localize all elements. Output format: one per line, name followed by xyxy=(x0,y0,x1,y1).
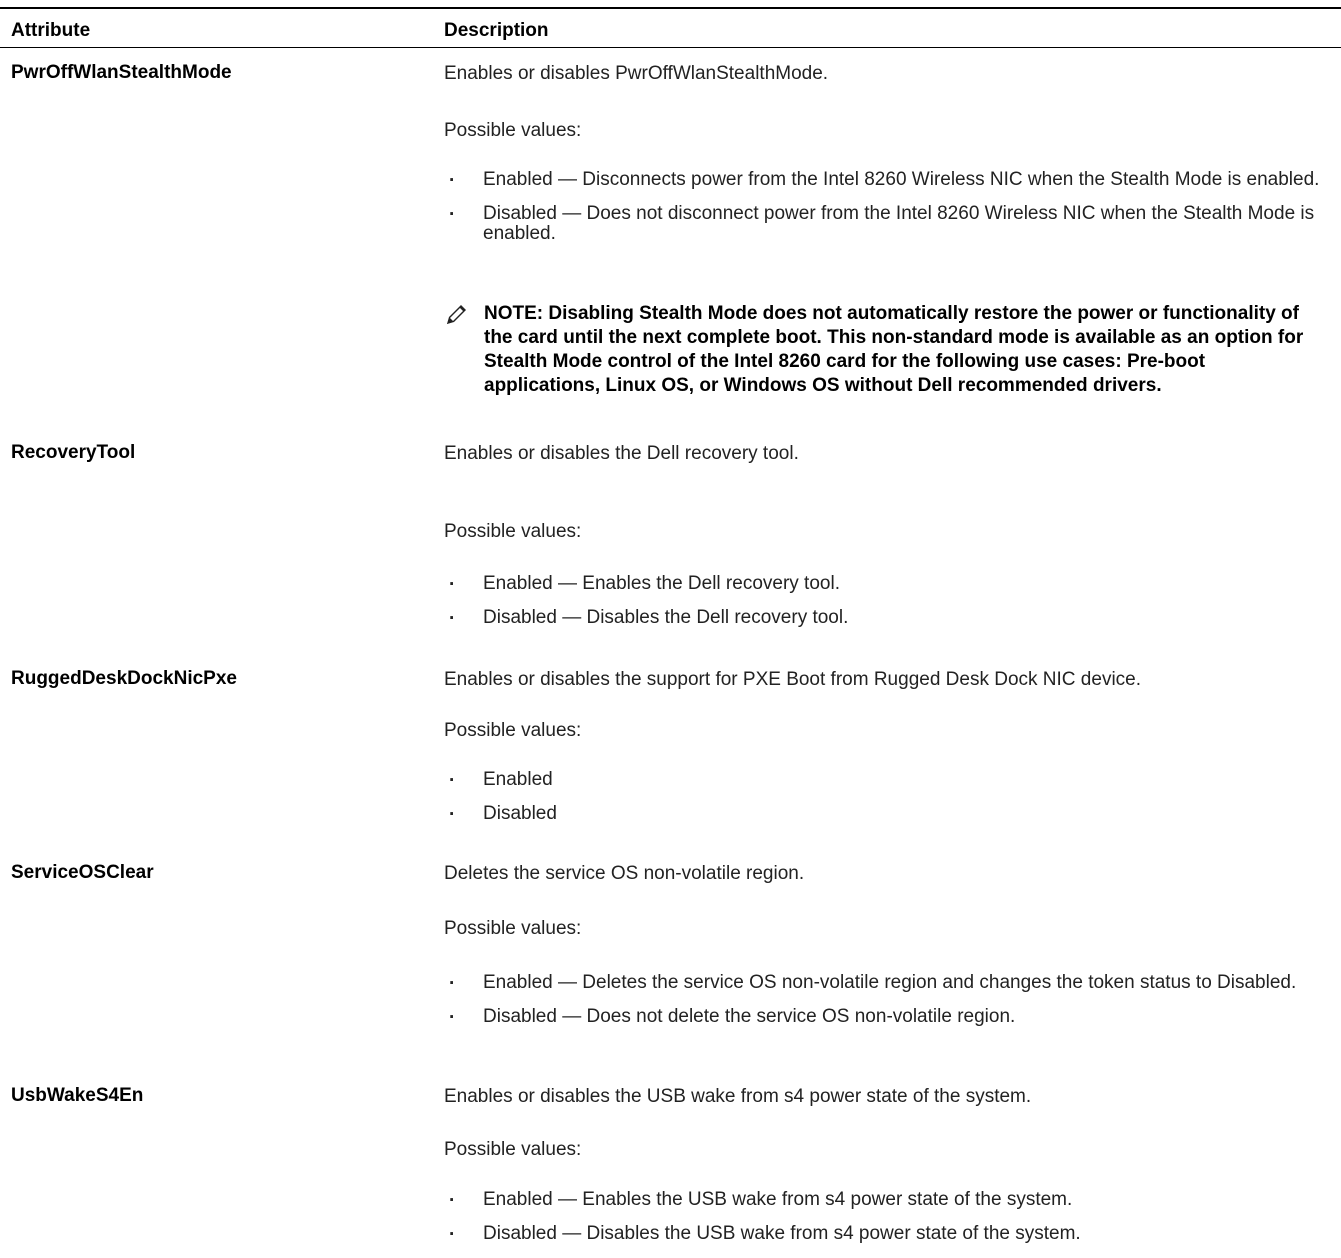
values-list: Enabled — Disconnects power from the Int… xyxy=(444,170,1334,258)
possible-values-label: Possible values: xyxy=(444,1139,582,1160)
possible-values-label: Possible values: xyxy=(444,918,582,939)
attribute-description: Deletes the service OS non-volatile regi… xyxy=(444,863,805,884)
values-list: Enabled — Deletes the service OS non-vol… xyxy=(444,973,1334,1041)
list-item: Disabled — Does not disconnect power fro… xyxy=(444,204,1334,244)
possible-values-label: Possible values: xyxy=(444,521,582,542)
list-item: Enabled — Disconnects power from the Int… xyxy=(444,170,1334,192)
attribute-name: RuggedDeskDockNicPxe xyxy=(11,668,237,689)
note-text: NOTE: Disabling Stealth Mode does not au… xyxy=(484,303,1304,396)
attribute-name: UsbWakeS4En xyxy=(11,1085,144,1106)
pencil-note-icon xyxy=(444,303,468,327)
list-item: Disabled — Does not delete the service O… xyxy=(444,1007,1334,1029)
list-item: Disabled xyxy=(444,804,1334,826)
attribute-description: Enables or disables the support for PXE … xyxy=(444,669,1142,690)
values-list: Enabled Disabled xyxy=(444,770,1334,838)
possible-values-label: Possible values: xyxy=(444,120,582,141)
values-list: Enabled — Enables the USB wake from s4 p… xyxy=(444,1190,1334,1258)
header-attribute: Attribute xyxy=(11,20,91,41)
attribute-name: PwrOffWlanStealthMode xyxy=(11,62,232,83)
attribute-description: Enables or disables PwrOffWlanStealthMod… xyxy=(444,63,829,84)
list-item: Enabled — Enables the Dell recovery tool… xyxy=(444,574,1334,596)
list-item: Disabled — Disables the Dell recovery to… xyxy=(444,608,1334,630)
list-item: Disabled — Disables the USB wake from s4… xyxy=(444,1224,1334,1246)
list-item: Enabled — Deletes the service OS non-vol… xyxy=(444,973,1334,995)
top-rule xyxy=(0,7,1341,9)
attribute-description: Enables or disables the Dell recovery to… xyxy=(444,443,799,464)
header-rule xyxy=(0,47,1341,48)
attribute-description: Enables or disables the USB wake from s4… xyxy=(444,1086,1032,1107)
header-description: Description xyxy=(444,20,549,41)
possible-values-label: Possible values: xyxy=(444,720,582,741)
attribute-name: RecoveryTool xyxy=(11,442,136,463)
values-list: Enabled — Enables the Dell recovery tool… xyxy=(444,574,1334,642)
attribute-name: ServiceOSClear xyxy=(11,862,154,883)
list-item: Enabled xyxy=(444,770,1334,792)
list-item: Enabled — Enables the USB wake from s4 p… xyxy=(444,1190,1334,1212)
